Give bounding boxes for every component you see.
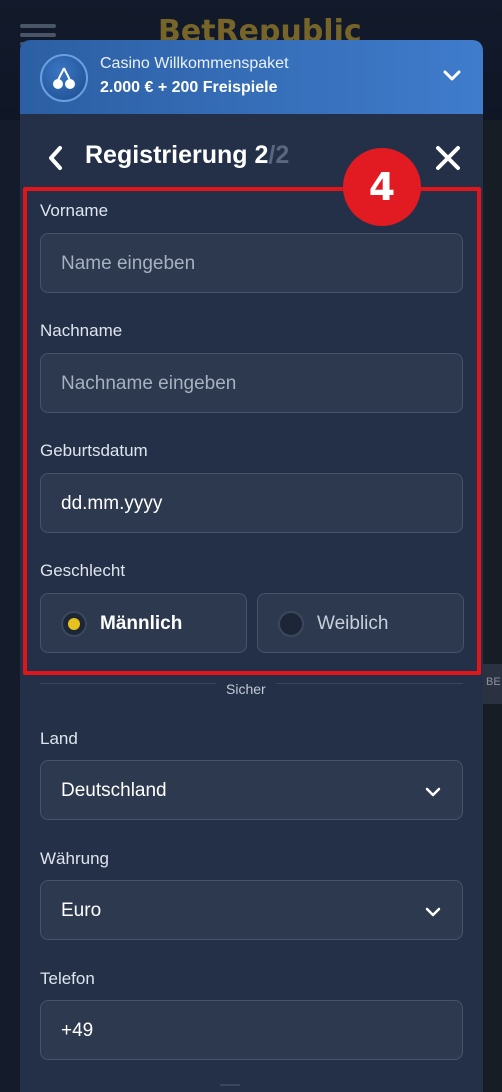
registration-modal: Casino Willkommenspaket 2.000 € + 200 Fr… xyxy=(20,40,483,1092)
radio-maennlich-label: Männlich xyxy=(100,613,183,634)
radio-selected-icon xyxy=(61,611,87,637)
radio-weiblich-label: Weiblich xyxy=(317,613,389,634)
radio-maennlich[interactable]: Männlich xyxy=(40,593,247,653)
vorname-label: Vorname xyxy=(40,201,109,220)
land-label: Land xyxy=(40,729,78,748)
background-left-edge xyxy=(0,120,20,1092)
cherries-icon xyxy=(40,54,88,102)
close-icon[interactable] xyxy=(434,144,462,172)
geburtsdatum-placeholder: dd.mm.yyyy xyxy=(61,493,163,514)
vorname-input[interactable]: Name eingeben xyxy=(40,233,463,293)
chevron-down-icon xyxy=(424,783,442,801)
land-select[interactable]: Deutschland xyxy=(40,760,463,820)
chevron-down-icon[interactable] xyxy=(441,64,463,86)
radio-unselected-icon xyxy=(278,611,304,637)
geburtsdatum-label: Geburtsdatum xyxy=(40,441,148,460)
promo-title: Casino Willkommenspaket xyxy=(100,55,289,72)
waehrung-value: Euro xyxy=(61,900,102,921)
back-arrow-icon[interactable] xyxy=(44,144,68,172)
telefon-label: Telefon xyxy=(40,969,95,988)
nachname-placeholder: Nachname eingeben xyxy=(61,373,237,394)
land-value: Deutschland xyxy=(61,780,167,801)
nachname-label: Nachname xyxy=(40,321,123,340)
waehrung-select[interactable]: Euro xyxy=(40,880,463,940)
background-right-edge xyxy=(482,120,502,1092)
radio-weiblich[interactable]: Weiblich xyxy=(257,593,464,653)
scroll-hint xyxy=(220,1084,240,1086)
page-title: Registrierung 2/2 xyxy=(85,141,290,169)
vorname-placeholder: Name eingeben xyxy=(61,253,196,274)
promo-banner[interactable]: Casino Willkommenspaket 2.000 € + 200 Fr… xyxy=(20,40,483,114)
promo-subtitle: 2.000 € + 200 Freispiele xyxy=(100,79,278,96)
telefon-value: +49 xyxy=(61,1020,94,1041)
geschlecht-label: Geschlecht xyxy=(40,561,126,580)
waehrung-label: Währung xyxy=(40,849,109,868)
chevron-down-icon xyxy=(424,903,442,921)
telefon-input[interactable]: +49 xyxy=(40,1000,463,1060)
nachname-input[interactable]: Nachname eingeben xyxy=(40,353,463,413)
sicher-label: Sicher xyxy=(216,681,276,697)
step-badge: 4 xyxy=(343,148,421,226)
geburtsdatum-input[interactable]: dd.mm.yyyy xyxy=(40,473,463,533)
background-side-tag: BE xyxy=(482,664,502,704)
